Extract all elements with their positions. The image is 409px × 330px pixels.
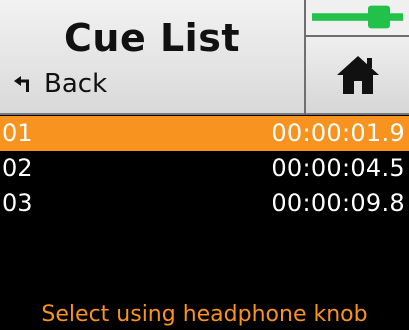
header-bar: Cue List Back xyxy=(0,0,409,115)
cue-row-03[interactable]: 03 00:00:09.8 xyxy=(0,186,409,221)
back-label: Back xyxy=(44,69,108,99)
cue-row-02[interactable]: 02 00:00:04.5 xyxy=(0,151,409,186)
side-panel xyxy=(304,0,409,115)
page-title: Cue List xyxy=(64,16,240,60)
back-arrow-icon xyxy=(14,76,29,92)
cue-time: 00:00:01.9 xyxy=(271,119,405,147)
cue-list-screen: Cue List Back 01 00:00:01.9 02 00:00:04.… xyxy=(0,0,409,330)
hint-text: Select using headphone knob xyxy=(41,302,368,327)
cue-number: 01 xyxy=(2,119,33,147)
headphone-level-icon xyxy=(312,5,403,29)
cue-row-01[interactable]: 01 00:00:01.9 xyxy=(0,116,409,151)
home-icon xyxy=(336,56,379,94)
cue-time: 00:00:04.5 xyxy=(271,154,405,182)
home-button[interactable] xyxy=(306,37,409,113)
cue-number: 03 xyxy=(2,189,33,217)
level-meter xyxy=(306,0,409,37)
cue-list: 01 00:00:01.9 02 00:00:04.5 03 00:00:09.… xyxy=(0,116,409,221)
back-button[interactable]: Back xyxy=(12,66,107,102)
cue-time: 00:00:09.8 xyxy=(271,189,405,217)
cue-number: 02 xyxy=(2,154,33,182)
